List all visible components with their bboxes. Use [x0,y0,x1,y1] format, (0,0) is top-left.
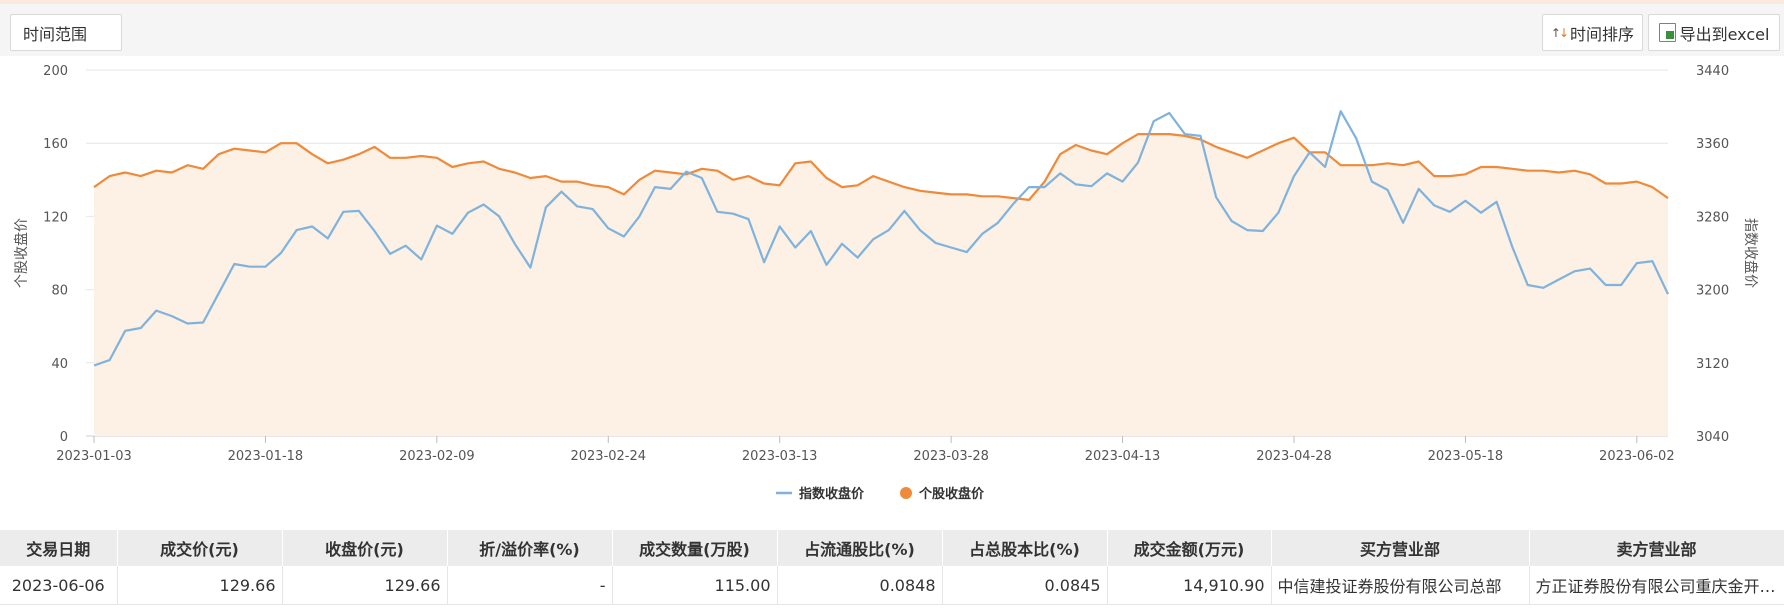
table-row: 2023-06-06 129.66 129.66-115.00 0.0848 0.084… [0,566,1784,605]
x-tick-label: 2023-04-13 [1085,449,1161,464]
x-tick-label: 2023-06-02 [1599,449,1675,464]
time-sort-button[interactable]: ↑↓ 时间排序 [1542,14,1643,51]
x-tick-label: 2023-05-18 [1428,449,1504,464]
column-header: 收盘价(元) [282,530,448,566]
y-left-tick-label: 200 [43,64,68,79]
legend-stock-label: 个股收盘价 [918,486,985,502]
y-left-tick-label: 120 [43,210,68,225]
time-range-label: 时间范围 [23,24,88,44]
column-header: 占流通股比(%) [777,530,943,566]
x-tick-label: 2023-03-28 [913,449,989,464]
x-tick-label: 2023-03-13 [742,449,818,464]
export-excel-label: 导出到excel [1679,24,1770,44]
column-header: 买方营业部 [1271,530,1530,566]
y-right-tick-label: 3360 [1696,137,1729,152]
column-header: 交易日期 [0,530,118,566]
x-tick-label: 2023-04-28 [1256,449,1332,464]
x-tick-label: 2023-02-24 [570,449,646,464]
x-tick-label: 2023-01-03 [56,449,132,464]
table-cell: 中信建投证券股份有限公司总部 [1271,566,1530,605]
column-header: 成交金额(万元) [1107,530,1272,566]
y-left-tick-label: 80 [51,284,68,299]
y-left-tick-label: 0 [60,430,68,445]
table-cell: 0.0845 [942,566,1108,605]
column-header: 卖方营业部 [1529,530,1784,566]
y-right-tick-label: 3440 [1696,64,1729,79]
time-sort-label: 时间排序 [1570,24,1635,44]
column-header: 占总股本比(%) [942,530,1108,566]
column-header: 成交价(元) [117,530,283,566]
x-tick-label: 2023-01-18 [228,449,304,464]
table-cell: - [447,566,613,605]
legend-index-label: 指数收盘价 [799,486,865,502]
time-range-button[interactable]: 时间范围 [10,14,122,51]
y-right-axis-label: 指数收盘价 [1742,218,1759,288]
y-left-axis-label: 个股收盘价 [13,218,30,288]
table-cell: 129.66 [117,566,283,605]
table-cell: 0.0848 [777,566,943,605]
table-cell: 129.66 [282,566,448,605]
column-header: 折/溢价率(%) [447,530,613,566]
sort-arrows-icon: ↑↓ [1550,25,1569,40]
table-cell: 方正证券股份有限公司重庆金开大道证券营业部 [1529,566,1784,605]
y-right-tick-label: 3040 [1696,430,1729,445]
legend-stock-swatch [900,487,912,499]
price-line-chart: 0 40 80 120 160 200 3040 3120 3200 3280 3360 3440 个股… [13,64,1759,502]
table-cell: 14,910.90 [1107,566,1272,605]
table-cell: 2023-06-06 [0,566,118,605]
y-left-tick-label: 40 [51,357,68,372]
export-excel-button[interactable]: 导出到excel [1648,14,1780,51]
excel-file-icon [1658,23,1676,42]
x-tick-label: 2023-02-09 [399,449,475,464]
toolbar: 时间范围 ↑↓ 时间排序 导出到excel [0,4,1784,56]
y-right-tick-label: 3120 [1696,357,1729,372]
y-right-tick-label: 3280 [1696,210,1729,225]
table-header-row: 交易日期 成交价(元) 收盘价(元) 折/溢价率(%) 成交数量(万股) 占流通股比(%)… [0,530,1784,566]
y-right-tick-label: 3200 [1696,284,1729,299]
table-cell: 115.00 [612,566,778,605]
y-left-tick-label: 160 [43,137,68,152]
block-trade-table: 交易日期 成交价(元) 收盘价(元) 折/溢价率(%) 成交数量(万股) 占流通股比(%)… [0,530,1784,605]
column-header: 成交数量(万股) [612,530,778,566]
